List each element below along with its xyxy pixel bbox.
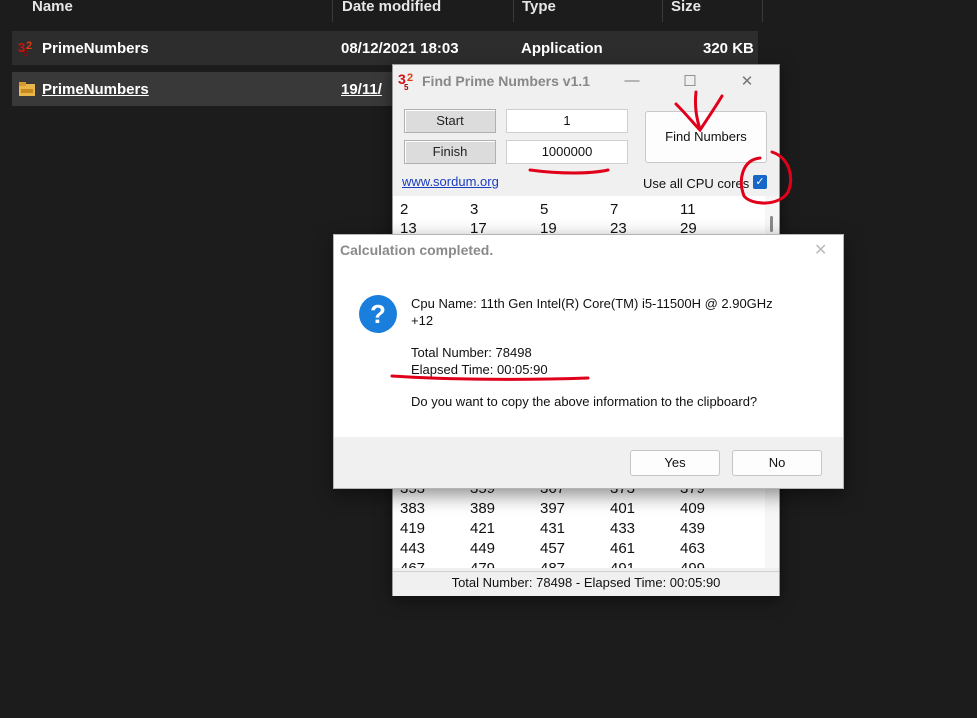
prime-number: 433 <box>610 520 636 537</box>
minimize-icon[interactable]: — <box>622 72 642 90</box>
prime-number: 461 <box>610 540 636 557</box>
prime-number: 449 <box>470 540 496 557</box>
total-number-text: Total Number: 78498 <box>411 345 532 360</box>
cpu-name-continued: +12 <box>411 313 434 328</box>
prime-number: 499 <box>680 560 705 568</box>
title-bar[interactable]: 3 2 5 Find Prime Numbers v1.1 — ☐ ✕ <box>393 65 779 97</box>
dialog-footer: Yes No <box>334 437 843 488</box>
no-button[interactable]: No <box>732 450 822 476</box>
prime-number: 419 <box>400 520 426 537</box>
calculation-dialog: Calculation completed. ✕ ? Cpu Name: 11t… <box>333 234 844 489</box>
prime-number: 439 <box>680 520 706 537</box>
column-divider[interactable] <box>662 0 663 22</box>
maximize-icon[interactable]: ☐ <box>680 72 700 90</box>
prime-number: 467 <box>400 560 425 568</box>
folder-name: PrimeNumbers <box>42 81 149 98</box>
column-divider[interactable] <box>762 0 763 22</box>
prime-number: 401 <box>610 500 636 517</box>
file-row-folder[interactable]: PrimeNumbers 19/11/ <box>12 72 392 106</box>
column-divider[interactable] <box>332 0 333 22</box>
prime-number: 5 <box>540 201 549 218</box>
dialog-title: Calculation completed. <box>340 242 494 258</box>
elapsed-time-text: Elapsed Time: 00:05:90 <box>411 362 548 377</box>
prime-number: 491 <box>610 560 635 568</box>
cpu-cores-checkbox[interactable]: ✓ <box>753 175 767 189</box>
app-icon: 3 2 5 <box>398 71 413 91</box>
prime-number: 479 <box>470 560 495 568</box>
prime-number: 431 <box>540 520 566 537</box>
copy-question-text: Do you want to copy the above informatio… <box>411 394 758 409</box>
prime-number: 463 <box>680 540 706 557</box>
prime-number: 7 <box>610 201 619 218</box>
file-name: PrimeNumbers <box>42 40 149 57</box>
start-input[interactable]: 1 <box>506 109 628 133</box>
prime-number: 3 <box>470 201 479 218</box>
file-type: Application <box>521 40 603 57</box>
close-icon[interactable]: ✕ <box>737 72 757 90</box>
column-header-name[interactable]: Name <box>32 0 73 22</box>
prime-number: 397 <box>540 500 566 517</box>
prime-number: 443 <box>400 540 426 557</box>
start-label: Start <box>404 109 496 133</box>
question-icon: ? <box>359 295 397 333</box>
sordum-link[interactable]: www.sordum.org <box>402 174 499 189</box>
yes-button[interactable]: Yes <box>630 450 720 476</box>
close-icon[interactable]: ✕ <box>814 240 827 260</box>
svg-text:5: 5 <box>24 49 29 57</box>
column-header-type[interactable]: Type <box>522 0 556 22</box>
file-size: 320 KB <box>703 40 754 57</box>
prime-number: 383 <box>400 500 426 517</box>
finish-label: Finish <box>404 140 496 164</box>
prime-number: 11 <box>680 201 696 218</box>
column-divider[interactable] <box>513 0 514 22</box>
prime-number: 2 <box>400 201 409 218</box>
finish-input[interactable]: 1000000 <box>506 140 628 164</box>
column-header-date[interactable]: Date modified <box>342 0 441 22</box>
prime-number: 421 <box>470 520 496 537</box>
status-bar: Total Number: 78498 - Elapsed Time: 00:0… <box>393 571 779 596</box>
window-title: Find Prime Numbers v1.1 <box>422 73 591 89</box>
folder-date: 19/11/ <box>341 81 382 98</box>
file-row-application[interactable]: 3 2 5 PrimeNumbers 08/12/2021 18:03 Appl… <box>12 31 758 65</box>
column-header-size[interactable]: Size <box>671 0 701 22</box>
svg-text:5: 5 <box>404 83 409 91</box>
find-numbers-button[interactable]: Find Numbers <box>645 111 767 163</box>
prime-number: 487 <box>540 560 565 568</box>
file-date: 08/12/2021 18:03 <box>341 40 459 57</box>
cpu-cores-label: Use all CPU cores <box>643 176 750 191</box>
folder-icon <box>19 82 35 96</box>
application-icon: 3 2 5 <box>18 40 32 57</box>
scrollbar-thumb[interactable] <box>770 216 773 232</box>
prime-number: 409 <box>680 500 706 517</box>
cpu-name-text: Cpu Name: 11th Gen Intel(R) Core(TM) i5-… <box>411 296 773 311</box>
prime-number: 457 <box>540 540 566 557</box>
prime-number: 389 <box>470 500 496 517</box>
